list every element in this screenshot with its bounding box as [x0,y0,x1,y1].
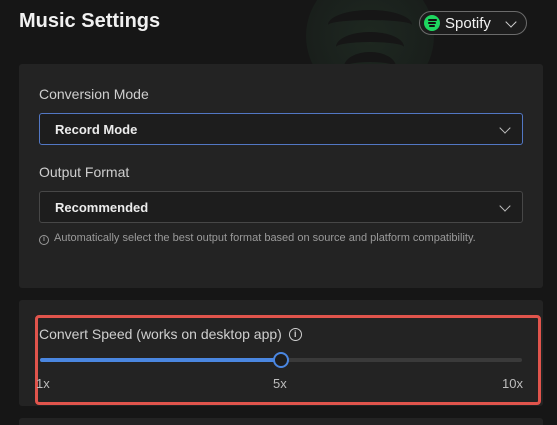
chevron-down-icon [505,16,517,28]
speed-mid-label: 5x [273,376,287,391]
platform-selector[interactable]: Spotify [419,11,527,35]
output-format-label: Output Format [39,164,130,180]
output-format-select[interactable]: Recommended [39,191,523,223]
chevron-down-icon [499,200,511,212]
conversion-mode-label: Conversion Mode [39,86,149,102]
convert-speed-label-text: Convert Speed (works on desktop app) [39,326,282,342]
convert-speed-slider[interactable] [40,352,522,368]
conversion-mode-select[interactable]: Record Mode [39,113,523,145]
output-format-hint: i Automatically select the best output fo… [39,229,499,248]
conversion-mode-value: Record Mode [55,121,138,137]
info-icon: i [39,235,49,245]
slider-fill [40,358,281,362]
speed-min-label: 1x [36,376,50,391]
output-format-value: Recommended [55,199,149,215]
next-settings-panel [19,418,543,425]
chevron-down-icon [499,122,511,134]
format-settings-panel: Conversion Mode Record Mode Output Forma… [19,64,543,288]
speed-max-label: 10x [502,376,523,391]
convert-speed-label: Convert Speed (works on desktop app) i [39,326,302,342]
spotify-icon [424,15,440,31]
platform-name: Spotify [445,14,491,32]
slider-thumb[interactable] [273,352,289,368]
info-icon[interactable]: i [288,327,302,341]
page-title: Music Settings [19,10,161,32]
output-format-hint-text: Automatically select the best output for… [54,232,476,244]
